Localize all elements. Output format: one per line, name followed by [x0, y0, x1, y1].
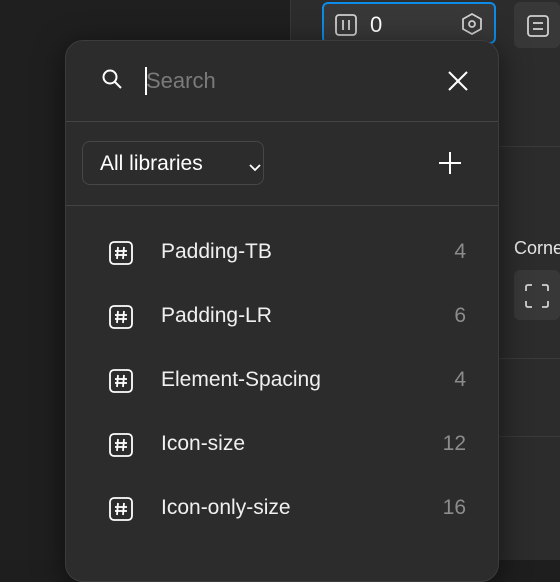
list-item[interactable]: Icon-size 12 — [66, 413, 498, 477]
variable-picker-popover: All libraries Padding-TB — [65, 40, 499, 582]
corner-radius-button[interactable] — [514, 270, 560, 320]
corner-radius-label: Corne — [514, 238, 560, 258]
variable-count: 12 — [442, 432, 466, 455]
align-button[interactable] — [514, 2, 560, 48]
corner-radius-icon — [524, 283, 550, 314]
search-input[interactable] — [146, 63, 426, 99]
number-variable-icon — [108, 240, 134, 271]
list-item[interactable]: Element-Spacing 4 — [66, 349, 498, 413]
list-item[interactable]: Icon-only-size 16 — [66, 477, 498, 541]
divider — [66, 205, 498, 206]
variable-name: Icon-size — [161, 432, 246, 455]
list-item[interactable]: Padding-LR 6 — [66, 285, 498, 349]
variable-count: 4 — [454, 368, 466, 391]
variable-name: Element-Spacing — [161, 368, 321, 391]
plus-icon — [439, 152, 461, 174]
gap-icon — [334, 13, 358, 42]
variable-name: Icon-only-size — [161, 496, 291, 519]
add-button[interactable] — [434, 147, 466, 179]
chevron-down-icon — [249, 159, 261, 177]
variable-hexagon-icon[interactable] — [460, 12, 484, 41]
number-variable-icon — [108, 304, 134, 335]
search-icon — [101, 68, 123, 95]
gap-input-field[interactable]: 0 — [322, 2, 496, 44]
variable-name: Padding-TB — [161, 240, 272, 263]
search-row — [66, 41, 498, 121]
close-icon — [448, 71, 468, 91]
close-button[interactable] — [442, 65, 474, 97]
divider — [66, 121, 498, 122]
align-icon — [526, 14, 550, 43]
library-select-label: All libraries — [100, 152, 203, 175]
gap-value: 0 — [370, 12, 383, 37]
number-variable-icon — [108, 432, 134, 463]
number-variable-icon — [108, 496, 134, 527]
library-select[interactable]: All libraries — [82, 141, 264, 185]
variable-count: 16 — [442, 496, 466, 519]
list-item[interactable]: Padding-TB 4 — [66, 221, 498, 285]
variable-count: 6 — [454, 304, 466, 327]
variable-count: 4 — [454, 240, 466, 263]
variable-name: Padding-LR — [161, 304, 272, 327]
number-variable-icon — [108, 368, 134, 399]
